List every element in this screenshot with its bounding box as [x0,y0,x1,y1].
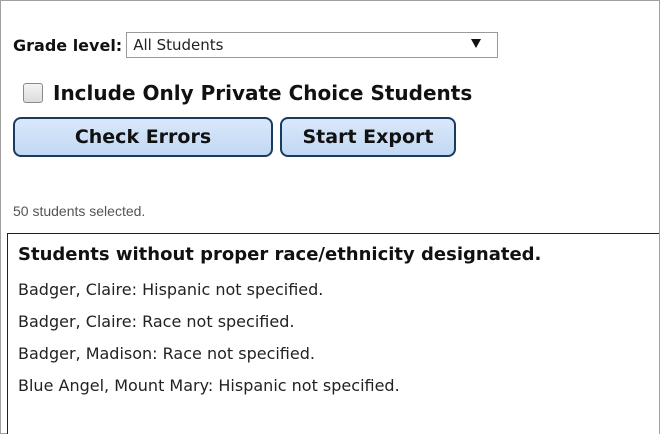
dropdown-arrow-icon [471,39,482,48]
private-choice-row: Include Only Private Choice Students [23,81,472,105]
start-export-button[interactable]: Start Export [280,117,456,157]
grade-level-select[interactable]: All Students [126,32,499,58]
error-item: Badger, Claire: Hispanic not specified. [18,280,324,299]
export-controls: Grade level: All Students Include Only P… [1,1,659,234]
error-item: Badger, Claire: Race not specified. [18,312,295,331]
errors-panel: Students without proper race/ethnicity d… [7,233,659,434]
grade-level-label: Grade level: [13,35,123,55]
grade-level-value: All Students [133,36,224,54]
error-item: Badger, Madison: Race not specified. [18,344,315,363]
students-selected-status: 50 students selected. [13,203,146,219]
export-panel: Grade level: All Students Include Only P… [0,0,660,434]
grade-level-row: Grade level: All Students [13,31,499,59]
private-choice-label[interactable]: Include Only Private Choice Students [53,81,472,105]
check-errors-button[interactable]: Check Errors [13,117,273,157]
error-item: Blue Angel, Mount Mary: Hispanic not spe… [18,376,400,395]
private-choice-checkbox[interactable] [23,83,43,103]
errors-title: Students without proper race/ethnicity d… [18,244,542,265]
action-buttons: Check Errors Start Export [13,117,456,157]
error-list: Badger, Claire: Hispanic not specified. … [18,280,448,408]
